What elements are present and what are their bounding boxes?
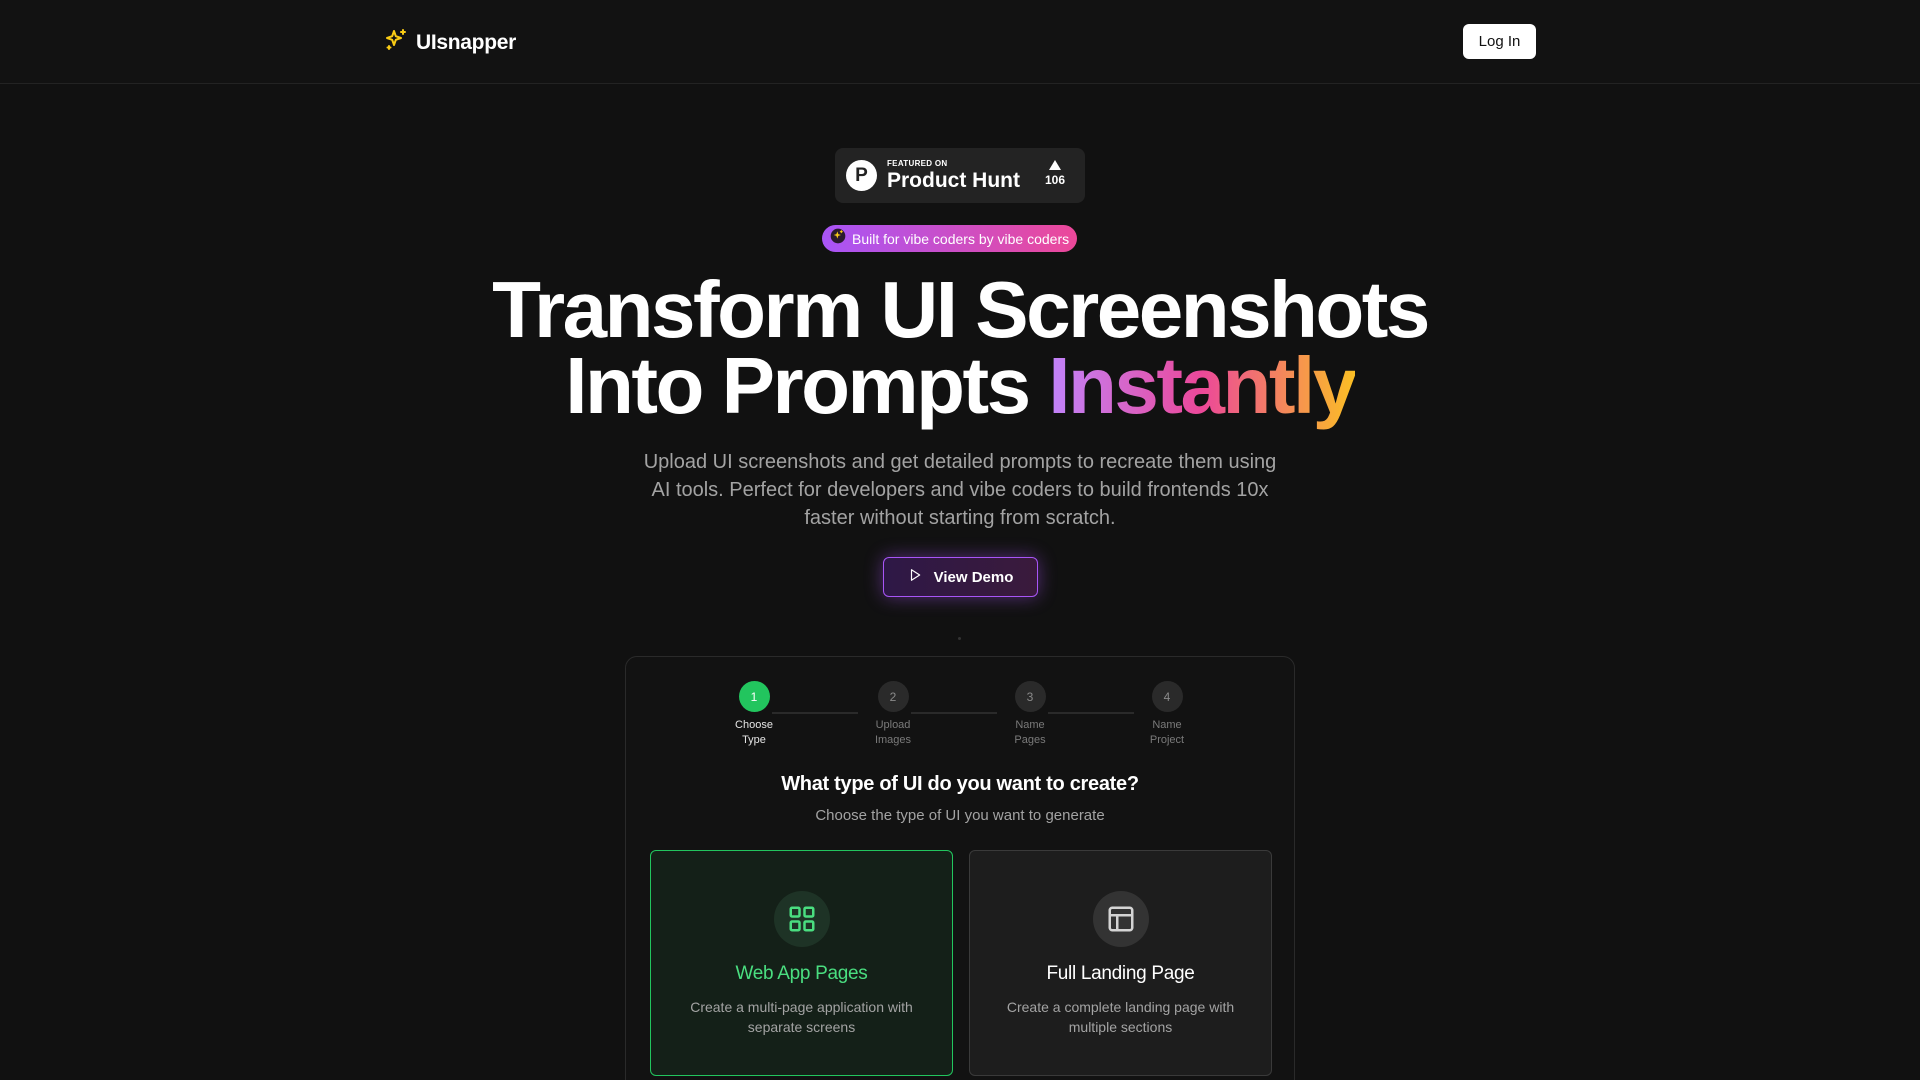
upvote-count: 106 xyxy=(1045,173,1066,187)
wizard-question-subtitle: Choose the type of UI you want to genera… xyxy=(815,807,1105,824)
wizard-question: What type of UI do you want to create? xyxy=(781,773,1139,795)
product-hunt-logo-icon: P xyxy=(846,160,877,191)
vibe-coders-badge: Built for vibe coders by vibe coders xyxy=(822,225,1078,252)
product-hunt-featured-label: FEATURED ON xyxy=(887,159,948,168)
option-web-app-pages[interactable]: Web App Pages Create a multi-page applic… xyxy=(650,850,953,1076)
product-hunt-text: FEATURED ON Product Hunt xyxy=(887,159,1020,192)
step-label: Choose Type xyxy=(735,719,773,746)
step-label: Upload Images xyxy=(874,719,912,746)
product-hunt-badge[interactable]: P FEATURED ON Product Hunt 106 xyxy=(835,148,1085,203)
step-connector xyxy=(911,712,997,714)
step-name-pages[interactable]: 3 Name Pages xyxy=(1000,681,1060,748)
option-description: Create a complete landing page with mult… xyxy=(1006,999,1235,1035)
option-title: Web App Pages xyxy=(735,963,868,984)
step-number: 1 xyxy=(738,681,770,712)
view-demo-button[interactable]: View Demo xyxy=(883,557,1038,597)
brand-name: UIsnapper xyxy=(416,30,516,54)
hero-subtitle: Upload UI screenshots and get detailed p… xyxy=(643,451,1277,529)
view-demo-label: View Demo xyxy=(933,568,1014,586)
option-title: Full Landing Page xyxy=(1046,963,1195,984)
brand-logo[interactable]: UIsnapper xyxy=(384,28,516,57)
hero-heading: Transform UI Screenshots Into Prompts In… xyxy=(0,270,1920,426)
step-number: 2 xyxy=(877,681,909,712)
decorative-dot xyxy=(958,637,961,640)
step-connector xyxy=(1048,712,1134,714)
step-number: 4 xyxy=(1151,681,1183,712)
hero-heading-highlight: Instantly xyxy=(1048,341,1357,430)
login-button[interactable]: Log In xyxy=(1463,24,1536,59)
product-hunt-name: Product Hunt xyxy=(887,169,1020,192)
option-description: Create a multi-page application with sep… xyxy=(690,999,913,1035)
step-upload-images[interactable]: 2 Upload Images xyxy=(863,681,923,748)
layout-icon xyxy=(1092,891,1149,947)
option-full-landing-page[interactable]: Full Landing Page Create a complete land… xyxy=(969,850,1272,1076)
step-connector xyxy=(772,712,858,714)
step-name-project[interactable]: 4 Name Project xyxy=(1137,681,1197,748)
play-icon xyxy=(908,568,922,586)
top-navbar: UIsnapper Log In xyxy=(0,0,1920,84)
hero-heading-line2: Into Prompts xyxy=(565,341,1049,430)
sparkles-icon xyxy=(830,228,846,249)
step-label: Name Project xyxy=(1149,719,1185,746)
badge-text: Built for vibe coders by vibe coders xyxy=(852,230,1070,247)
step-label: Name Pages xyxy=(1014,719,1046,746)
step-choose-type[interactable]: 1 Choose Type xyxy=(724,681,784,748)
step-number: 3 xyxy=(1014,681,1046,712)
sparkles-icon xyxy=(384,28,408,57)
upvote-arrow-icon xyxy=(1049,160,1062,170)
wizard-card: 1 Choose Type 2 Upload Images 3 Name Pag… xyxy=(625,656,1295,1080)
product-hunt-votes: 106 xyxy=(1045,160,1065,187)
grid-icon xyxy=(773,891,830,947)
